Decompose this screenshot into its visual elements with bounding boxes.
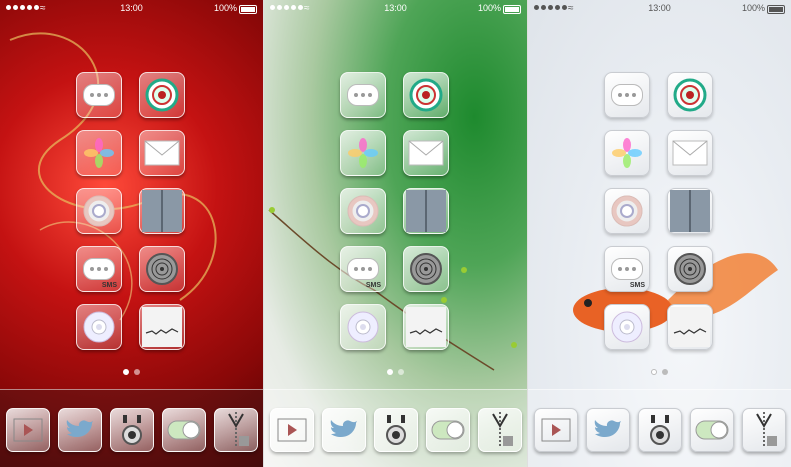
page-dot-active[interactable] xyxy=(651,369,657,375)
home-icon-grid: SMS xyxy=(76,72,188,354)
white-theme-screen: ≈13:00 100% SMS xyxy=(528,0,791,467)
video-icon[interactable] xyxy=(534,408,578,452)
zip-icon[interactable] xyxy=(742,408,786,452)
chrome-icon[interactable] xyxy=(604,188,650,234)
sms-icon[interactable]: SMS xyxy=(340,246,386,292)
camera-icon[interactable] xyxy=(374,408,418,452)
ipod-icon[interactable] xyxy=(340,304,386,350)
toggle-icon[interactable] xyxy=(690,408,734,452)
photos-icon[interactable] xyxy=(76,130,122,176)
panel-divider xyxy=(263,0,264,467)
chrome-icon[interactable] xyxy=(340,188,386,234)
clock-icon[interactable] xyxy=(403,72,449,118)
page-dot[interactable] xyxy=(134,369,140,375)
clock-icon[interactable] xyxy=(667,72,713,118)
dock xyxy=(528,389,791,467)
red-theme-screen: ≈13:00 100% SMS xyxy=(0,0,263,467)
notes-icon[interactable] xyxy=(139,304,185,350)
page-indicator[interactable] xyxy=(0,369,263,375)
home-icon-grid: SMS xyxy=(340,72,452,354)
toggle-icon[interactable] xyxy=(162,408,206,452)
video-icon[interactable] xyxy=(270,408,314,452)
twitter-icon[interactable] xyxy=(322,408,366,452)
page-dot[interactable] xyxy=(662,369,668,375)
mail-icon[interactable] xyxy=(667,130,713,176)
mail-icon[interactable] xyxy=(139,130,185,176)
sms-label: SMS xyxy=(101,282,117,289)
toggle-icon[interactable] xyxy=(426,408,470,452)
door-icon[interactable] xyxy=(403,188,449,234)
fingerprint-icon[interactable] xyxy=(403,246,449,292)
panel-divider xyxy=(527,0,528,467)
zip-icon[interactable] xyxy=(214,408,258,452)
twitter-icon[interactable] xyxy=(586,408,630,452)
photos-icon[interactable] xyxy=(340,130,386,176)
sms-label: SMS xyxy=(365,282,381,289)
messages-icon[interactable] xyxy=(76,72,122,118)
chrome-icon[interactable] xyxy=(76,188,122,234)
messages-icon[interactable] xyxy=(604,72,650,118)
home-icon-grid: SMS xyxy=(604,72,716,354)
zip-icon[interactable] xyxy=(478,408,522,452)
ipod-icon[interactable] xyxy=(76,304,122,350)
sms-icon[interactable]: SMS xyxy=(76,246,122,292)
clock-icon[interactable] xyxy=(139,72,185,118)
page-indicator[interactable] xyxy=(528,369,791,375)
twitter-icon[interactable] xyxy=(58,408,102,452)
video-icon[interactable] xyxy=(6,408,50,452)
fingerprint-icon[interactable] xyxy=(667,246,713,292)
sms-icon[interactable]: SMS xyxy=(604,246,650,292)
page-indicator[interactable] xyxy=(264,369,527,375)
notes-icon[interactable] xyxy=(403,304,449,350)
page-dot-active[interactable] xyxy=(387,369,393,375)
camera-icon[interactable] xyxy=(110,408,154,452)
door-icon[interactable] xyxy=(667,188,713,234)
green-theme-screen: ≈13:00 100% SMS xyxy=(264,0,527,467)
camera-icon[interactable] xyxy=(638,408,682,452)
photos-icon[interactable] xyxy=(604,130,650,176)
ipod-icon[interactable] xyxy=(604,304,650,350)
messages-icon[interactable] xyxy=(340,72,386,118)
notes-icon[interactable] xyxy=(667,304,713,350)
door-icon[interactable] xyxy=(139,188,185,234)
mail-icon[interactable] xyxy=(403,130,449,176)
page-dot-active[interactable] xyxy=(123,369,129,375)
sms-label: SMS xyxy=(629,282,645,289)
dock xyxy=(264,389,527,467)
fingerprint-icon[interactable] xyxy=(139,246,185,292)
page-dot[interactable] xyxy=(398,369,404,375)
dock xyxy=(0,389,263,467)
